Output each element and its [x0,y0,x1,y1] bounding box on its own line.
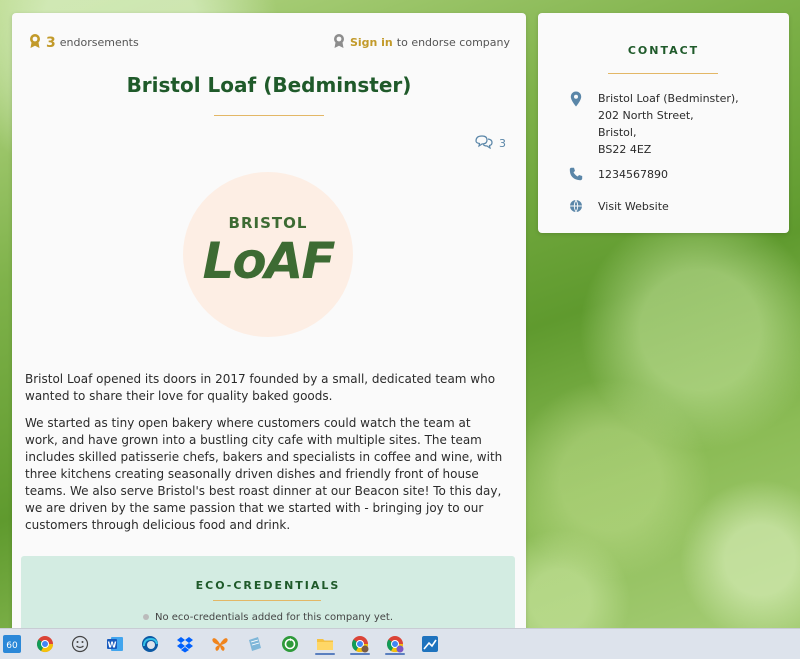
phone-number: 1234567890 [598,168,668,181]
contact-address: Bristol Loaf (Bedminster), 202 North Str… [568,90,739,158]
dropbox-icon[interactable] [173,633,197,655]
butterfly-icon[interactable] [208,633,232,655]
address-line: BS22 4EZ [598,143,652,156]
eco-divider [213,600,321,601]
award-outline-icon [332,33,346,52]
logo-top-text: BRISTOL [228,214,308,232]
svg-text:60: 60 [6,641,18,651]
contact-website[interactable]: Visit Website [568,198,669,215]
endorsement-summary: 3 endorsements [28,33,139,52]
contact-title: CONTACT [627,44,700,57]
widgets-icon[interactable]: 60 [0,633,24,655]
address-line: 202 North Street, [598,109,694,122]
eco-empty-message: No eco-credentials added for this compan… [21,612,515,623]
file-explorer-icon[interactable] [313,633,337,655]
contact-phone: 1234567890 [568,166,668,183]
address-line: Bristol, [598,126,637,139]
taskbar: 60 W [0,628,800,659]
description-paragraph: Bristol Loaf opened its doors in 2017 fo… [25,372,496,403]
comments-button[interactable]: 3 [475,135,506,152]
comments-icon [475,135,493,152]
company-card: 3 endorsements Sign in to endorse compan… [12,13,526,656]
emoji-icon[interactable] [68,633,92,655]
chrome-profile-s-icon[interactable] [383,633,407,655]
endorsement-count: 3 [46,34,56,51]
company-name: Bristol Loaf (Bedminster) [126,73,412,97]
chrome-icon[interactable] [33,633,57,655]
notepad-icon[interactable] [243,633,267,655]
recycle-icon[interactable] [278,633,302,655]
company-description: Bristol Loaf opened its doors in 2017 fo… [25,371,505,544]
info-dot-icon [142,614,149,620]
phone-icon [568,166,584,181]
address-line: Bristol Loaf (Bedminster), [598,92,739,105]
award-icon [28,33,42,52]
company-logo: BRISTOL LoAF [183,172,353,337]
title-divider [214,115,324,116]
eco-credentials-title: ECO-CREDENTIALS [195,579,341,592]
contact-card: CONTACT Bristol Loaf (Bedminster), 202 N… [538,13,789,233]
location-pin-icon [568,90,584,107]
visit-website-link[interactable]: Visit Website [598,198,669,215]
edge-icon[interactable] [138,633,162,655]
endorse-prompt: Sign in to endorse company [332,33,510,52]
comment-count: 3 [499,137,506,150]
chrome-profile-icon[interactable] [348,633,372,655]
sign-in-link[interactable]: Sign in [350,36,393,49]
description-paragraph: We started as tiny open bakery where cus… [25,416,503,532]
globe-icon [568,198,584,213]
contact-divider [608,73,718,74]
endorse-suffix: to endorse company [396,36,510,49]
logo-main-text: LoAF [202,232,335,290]
word-icon[interactable]: W [103,633,127,655]
endorsement-row: 3 endorsements Sign in to endorse compan… [28,33,510,51]
eco-empty-text: No eco-credentials added for this compan… [154,612,393,623]
blue-app-icon[interactable] [418,633,442,655]
svg-text:W: W [108,641,117,650]
endorsement-label: endorsements [59,36,139,49]
address-text: Bristol Loaf (Bedminster), 202 North Str… [598,90,739,158]
